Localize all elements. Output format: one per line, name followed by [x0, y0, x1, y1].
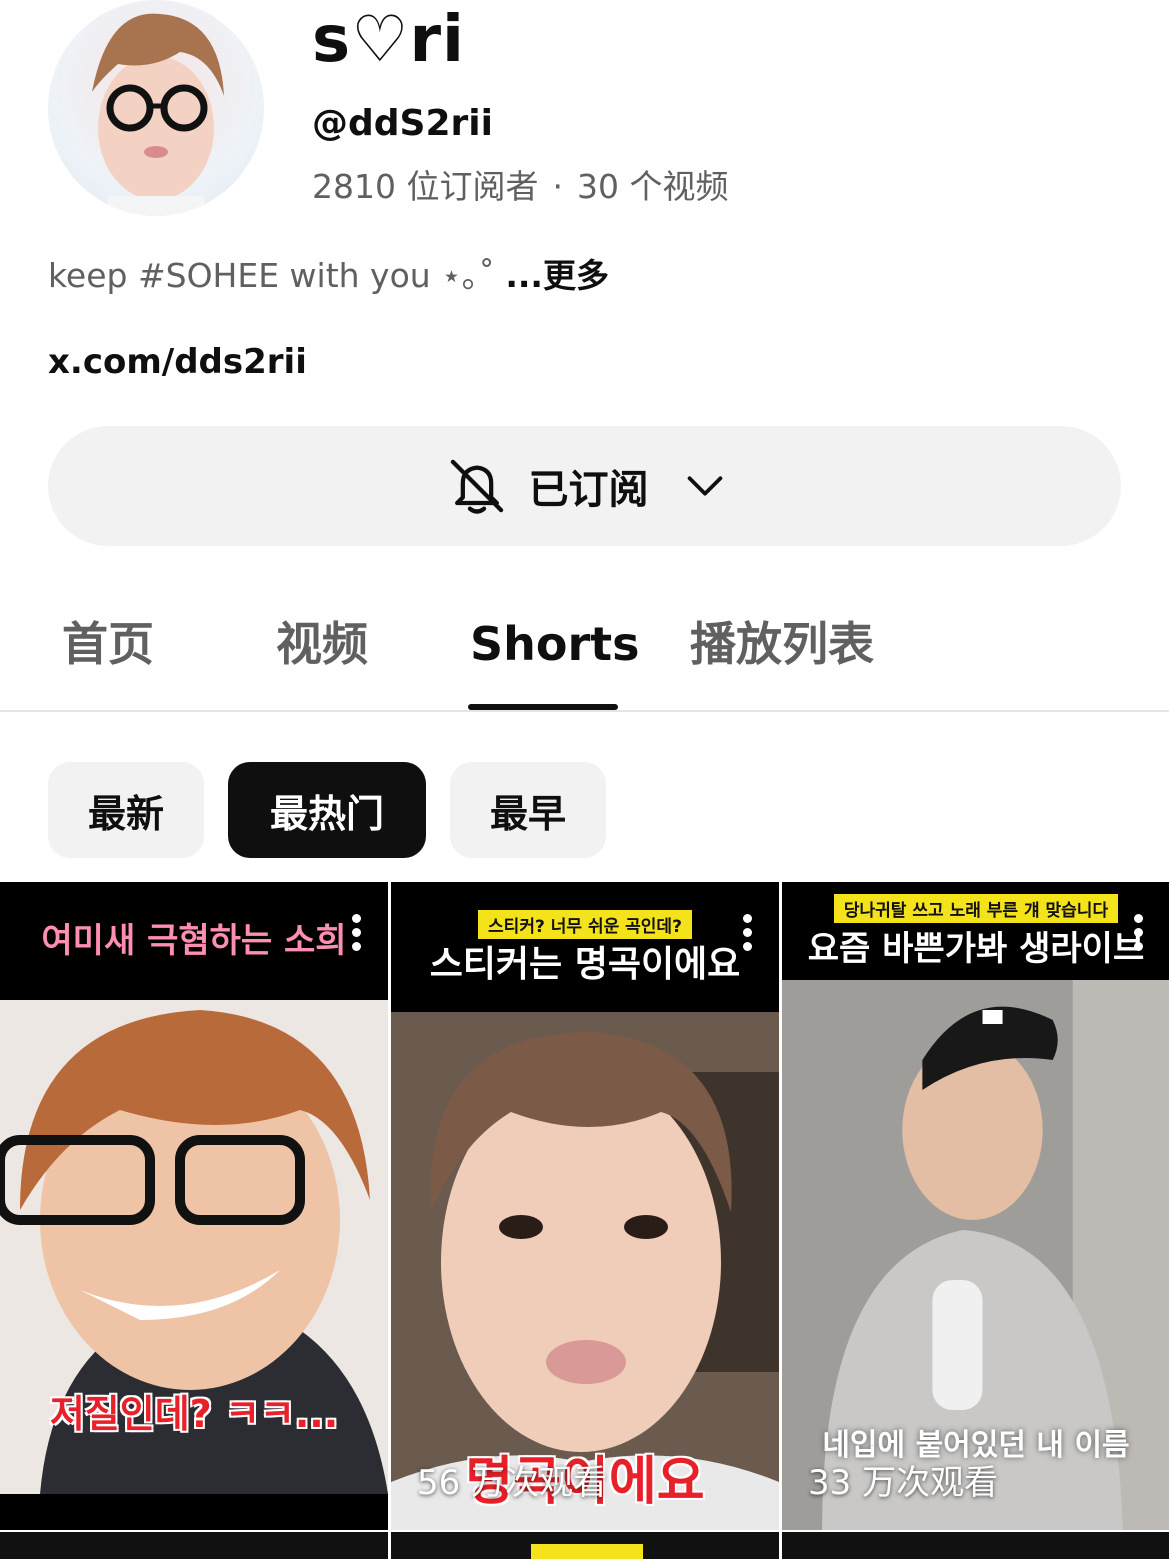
- short-card-partial[interactable]: [391, 1532, 779, 1559]
- channel-link[interactable]: x.com/dds2rii: [48, 340, 307, 384]
- short-title: 여미새 극혐하는 소희: [41, 921, 347, 961]
- active-tab-indicator: [468, 704, 618, 710]
- short-caption: 저질인데? ㅋㅋ...: [49, 1392, 339, 1436]
- description-more-link[interactable]: ...更多: [505, 256, 609, 295]
- channel-stats: 2810 位订阅者 · 30 个视频: [312, 166, 728, 208]
- chip-oldest[interactable]: 最早: [450, 762, 606, 858]
- subscribed-label: 已订阅: [528, 467, 649, 513]
- tab-shorts[interactable]: Shorts: [470, 614, 640, 674]
- tab-home[interactable]: 首页: [62, 614, 154, 674]
- tab-playlists[interactable]: 播放列表: [690, 614, 874, 674]
- short-title-banner: 여미새 극혐하는 소희: [0, 882, 388, 1000]
- channel-description[interactable]: keep #SOHEE with you ⋆｡˚ ...更多: [48, 254, 609, 298]
- description-text: keep #SOHEE with you ⋆｡˚: [48, 256, 495, 295]
- more-options-icon[interactable]: [1134, 914, 1144, 956]
- subscriber-count: 2810 位订阅者: [312, 167, 539, 206]
- subscribed-button[interactable]: 已订阅: [48, 426, 1121, 546]
- short-card[interactable]: 스티커? 너무 쉬운 곡인데? 스티커는 명곡이에요 명곡이에요 56 万次观看: [391, 882, 779, 1530]
- short-card[interactable]: 여미새 극혐하는 소희 저질인데? ㅋㅋ...: [0, 882, 388, 1530]
- short-view-count: 33 万次观看: [808, 1463, 999, 1503]
- tab-videos[interactable]: 视频: [276, 614, 368, 674]
- channel-name: s♡ri: [312, 3, 465, 77]
- short-subtitle: 스티커? 너무 쉬운 곡인데?: [478, 909, 692, 939]
- bell-off-icon: [450, 459, 503, 514]
- short-title-banner: 스티커? 너무 쉬운 곡인데? 스티커는 명곡이에요: [391, 882, 779, 1012]
- short-title: 요즘 바쁜가봐 생라이브: [807, 928, 1145, 969]
- more-options-icon[interactable]: [352, 914, 362, 956]
- short-card-partial[interactable]: [782, 1532, 1169, 1559]
- short-title-banner: 당나귀탈 쓰고 노래 부른 걔 맞습니다 요즘 바쁜가봐 생라이브: [782, 882, 1169, 980]
- more-options-icon[interactable]: [743, 914, 753, 956]
- short-title: 스티커는 명곡이에요: [429, 943, 741, 985]
- short-card-partial[interactable]: [0, 1532, 388, 1559]
- channel-handle: @ddS2rii: [312, 103, 493, 144]
- video-count: 30 个视频: [576, 167, 729, 206]
- avatar-image: [92, 13, 224, 216]
- channel-avatar[interactable]: [48, 0, 264, 216]
- chevron-down-icon: [687, 476, 722, 496]
- short-view-count: 56 万次观看: [417, 1463, 608, 1503]
- channel-tabs: 首页 视频 Shorts 播放列表: [0, 600, 1169, 712]
- shorts-grid: 여미새 극혐하는 소희 저질인데? ㅋㅋ... 스티커? 너무 쉬운 곡인데? …: [0, 882, 1169, 1559]
- short-card[interactable]: 당나귀탈 쓰고 노래 부른 걔 맞습니다 요즘 바쁜가봐 생라이브 네입에 붙어…: [782, 882, 1169, 1530]
- stats-separator: ·: [552, 167, 563, 206]
- chip-latest[interactable]: 最新: [48, 762, 204, 858]
- chip-popular[interactable]: 最热门: [228, 762, 426, 858]
- short-subtitle: 당나귀탈 쓰고 노래 부른 걔 맞습니다: [833, 893, 1119, 923]
